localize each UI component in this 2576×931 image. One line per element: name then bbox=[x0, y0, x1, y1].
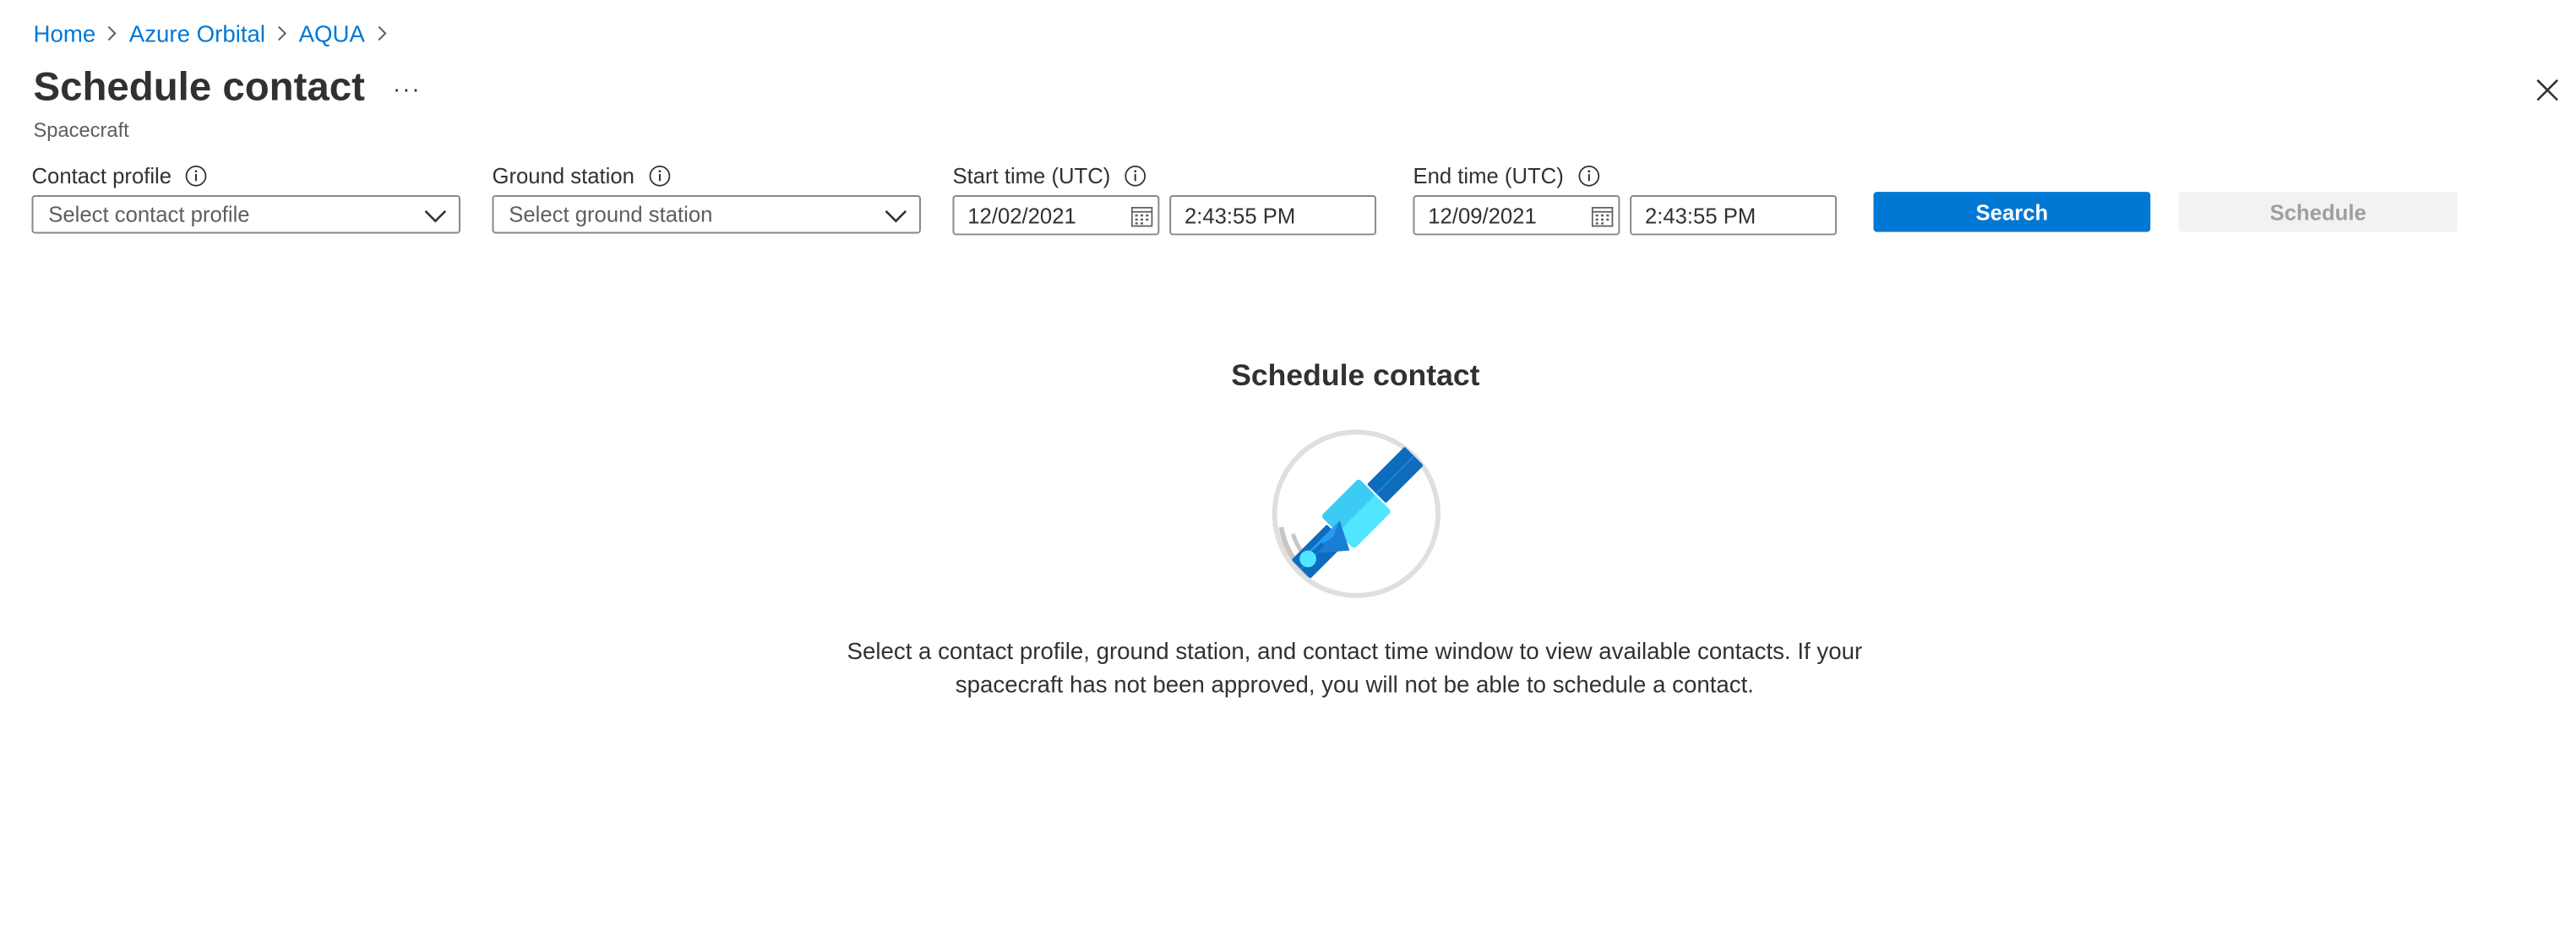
satellite-icon bbox=[1266, 427, 1443, 603]
ground-station-placeholder: Select ground station bbox=[509, 201, 713, 227]
ground-station-label-text: Ground station bbox=[492, 162, 634, 188]
chevron-down-icon bbox=[422, 202, 449, 229]
empty-state-message-line-1: Select a contact profile, ground station… bbox=[847, 637, 1863, 664]
page-subtitle: Spacecraft bbox=[33, 118, 129, 142]
end-time-value: 2:43:55 PM bbox=[1644, 202, 1756, 228]
end-date-input[interactable]: 12/09/2021 bbox=[1413, 195, 1620, 236]
empty-state-message: Select a contact profile, ground station… bbox=[801, 635, 1909, 700]
empty-state-title: Schedule contact bbox=[1231, 358, 1480, 393]
info-icon[interactable] bbox=[1124, 164, 1147, 188]
schedule-button[interactable]: Schedule bbox=[2178, 192, 2458, 232]
contact-profile-label-text: Contact profile bbox=[31, 162, 172, 188]
more-options-button[interactable]: ··· bbox=[387, 70, 427, 106]
start-date-input[interactable]: 12/02/2021 bbox=[952, 195, 1160, 236]
chevron-right-icon bbox=[368, 17, 395, 50]
breadcrumb: Home Azure Orbital AQUA bbox=[33, 17, 398, 50]
breadcrumb-home-link[interactable]: Home bbox=[33, 17, 95, 50]
end-time-label: End time (UTC) bbox=[1413, 161, 1600, 191]
breadcrumb-aqua-link[interactable]: AQUA bbox=[299, 17, 365, 50]
close-icon bbox=[2536, 79, 2558, 101]
info-icon[interactable] bbox=[1577, 164, 1601, 188]
breadcrumb-azure-orbital-link[interactable]: Azure Orbital bbox=[129, 17, 265, 50]
ground-station-dropdown[interactable]: Select ground station bbox=[492, 195, 921, 234]
info-icon[interactable] bbox=[648, 164, 672, 188]
calendar-icon[interactable] bbox=[1590, 204, 1614, 227]
calendar-icon[interactable] bbox=[1130, 204, 1153, 227]
end-time-input[interactable]: 2:43:55 PM bbox=[1630, 195, 1838, 236]
close-button[interactable] bbox=[2526, 68, 2569, 112]
contact-profile-label: Contact profile bbox=[32, 161, 209, 191]
page-title: Schedule contact bbox=[33, 65, 365, 111]
schedule-contact-blade: Home Azure Orbital AQUA Schedule contact… bbox=[0, 0, 2576, 926]
contact-profile-dropdown[interactable]: Select contact profile bbox=[31, 195, 460, 234]
empty-state-message-line-2: spacecraft has not been approved, you wi… bbox=[955, 669, 1754, 697]
start-time-value: 2:43:55 PM bbox=[1184, 202, 1296, 228]
ground-station-label: Ground station bbox=[493, 161, 672, 191]
info-icon[interactable] bbox=[185, 164, 209, 188]
ellipsis-icon: ··· bbox=[393, 74, 422, 102]
start-time-input[interactable]: 2:43:55 PM bbox=[1169, 195, 1377, 236]
contact-profile-placeholder: Select contact profile bbox=[48, 201, 250, 227]
end-time-label-text: End time (UTC) bbox=[1413, 162, 1564, 188]
end-date-value: 12/09/2021 bbox=[1428, 202, 1537, 228]
chevron-right-icon bbox=[99, 17, 126, 50]
start-time-label-text: Start time (UTC) bbox=[952, 162, 1111, 188]
start-time-label: Start time (UTC) bbox=[952, 161, 1146, 191]
chevron-right-icon bbox=[269, 17, 296, 50]
start-date-value: 12/02/2021 bbox=[967, 202, 1076, 228]
chevron-down-icon bbox=[883, 202, 910, 229]
search-button[interactable]: Search bbox=[1873, 192, 2151, 232]
